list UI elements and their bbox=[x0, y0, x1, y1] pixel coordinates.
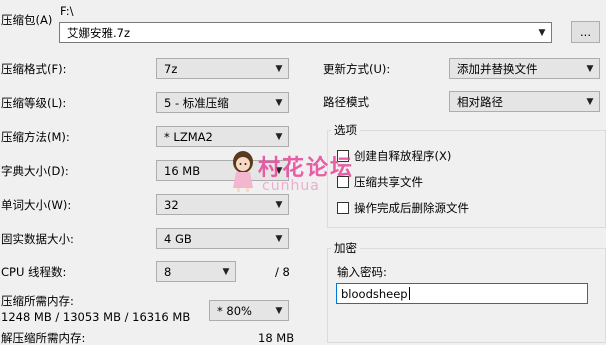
password-input[interactable]: bloodsheep bbox=[336, 283, 588, 304]
word-select[interactable]: 32 ▼ bbox=[156, 194, 289, 215]
solid-select[interactable]: 4 GB ▼ bbox=[156, 228, 289, 249]
chevron-down-icon: ▼ bbox=[275, 233, 283, 244]
cpu-select[interactable]: 8 ▼ bbox=[156, 261, 236, 282]
cpu-total: / 8 bbox=[275, 265, 290, 279]
shared-label: 压缩共享文件 bbox=[354, 175, 423, 189]
chevron-down-icon: ▼ bbox=[275, 131, 283, 142]
text-caret bbox=[408, 287, 410, 300]
method-value: * LZMA2 bbox=[164, 129, 213, 144]
delete-checkbox[interactable] bbox=[337, 202, 349, 214]
level-select[interactable]: 5 - 标准压缩 ▼ bbox=[156, 92, 289, 113]
password-label: 输入密码: bbox=[337, 265, 387, 279]
mem-percent-value: * 80% bbox=[217, 303, 252, 318]
chevron-down-icon: ▼ bbox=[275, 63, 283, 74]
update-select[interactable]: 添加并替换文件 ▼ bbox=[449, 58, 600, 79]
solid-label: 固实数据大小: bbox=[1, 232, 74, 246]
mem-compress-value: 1248 MB / 13053 MB / 16316 MB bbox=[1, 310, 191, 324]
pathmode-label: 路径模式 bbox=[323, 95, 369, 109]
method-select[interactable]: * LZMA2 ▼ bbox=[156, 126, 289, 147]
format-select[interactable]: 7z ▼ bbox=[156, 58, 289, 79]
options-title: 选项 bbox=[331, 123, 360, 137]
mem-percent-select[interactable]: * 80% ▼ bbox=[209, 300, 289, 321]
sfx-option[interactable]: 创建自释放程序(X) bbox=[337, 148, 451, 164]
archive-path: F:\ bbox=[60, 4, 74, 18]
level-label: 压缩等级(L): bbox=[1, 96, 67, 110]
watermark-sub: cunhua bbox=[262, 178, 320, 194]
level-value: 5 - 标准压缩 bbox=[164, 95, 229, 110]
solid-value: 4 GB bbox=[164, 231, 192, 246]
cpu-value: 8 bbox=[164, 264, 172, 279]
mem-compress-label: 压缩所需内存: bbox=[1, 294, 74, 308]
archive-label: 压缩包(A) bbox=[1, 13, 53, 27]
word-value: 32 bbox=[164, 197, 179, 212]
girl-mascot-icon bbox=[233, 151, 253, 192]
chevron-down-icon: ▼ bbox=[275, 97, 283, 108]
pathmode-value: 相对路径 bbox=[457, 94, 503, 109]
dict-label: 字典大小(D): bbox=[1, 164, 69, 178]
browse-button[interactable]: ... bbox=[571, 21, 600, 43]
chevron-down-icon: ▼ bbox=[275, 199, 283, 210]
archive-filename: 艾娜安雅.7z bbox=[67, 25, 131, 40]
delete-label: 操作完成后删除源文件 bbox=[354, 201, 469, 215]
word-label: 单词大小(W): bbox=[1, 198, 72, 212]
format-label: 压缩格式(F): bbox=[1, 62, 67, 76]
archive-name-combo[interactable]: 艾娜安雅.7z ▼ bbox=[59, 22, 552, 43]
chevron-down-icon: ▼ bbox=[586, 96, 594, 107]
format-value: 7z bbox=[164, 61, 178, 76]
chevron-down-icon: ▼ bbox=[275, 305, 283, 316]
method-label: 压缩方法(M): bbox=[1, 130, 70, 144]
sfx-label: 创建自释放程序(X) bbox=[354, 149, 452, 163]
update-value: 添加并替换文件 bbox=[457, 61, 538, 76]
update-label: 更新方式(U): bbox=[323, 62, 391, 76]
chevron-down-icon: ▼ bbox=[586, 63, 594, 74]
delete-option[interactable]: 操作完成后删除源文件 bbox=[337, 200, 469, 216]
encrypt-title: 加密 bbox=[331, 241, 360, 255]
chevron-down-icon: ▼ bbox=[222, 266, 230, 277]
cpu-label: CPU 线程数: bbox=[1, 265, 67, 279]
chevron-down-icon[interactable]: ▼ bbox=[533, 28, 551, 38]
password-value: bloodsheep bbox=[341, 286, 408, 301]
pathmode-select[interactable]: 相对路径 ▼ bbox=[449, 91, 600, 112]
